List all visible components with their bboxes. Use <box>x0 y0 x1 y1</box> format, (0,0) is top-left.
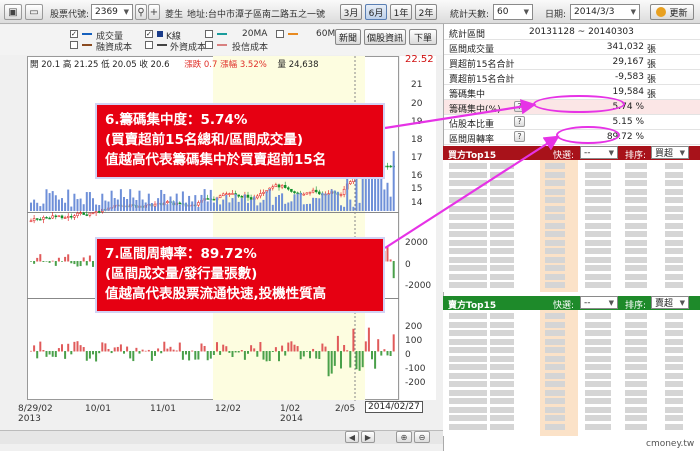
arrow-concentration <box>384 99 537 130</box>
callout-turnover: 7.區間周轉率：89.72% (區間成交量/發行量張數) 值越高代表股票流通快速… <box>95 237 385 313</box>
arrow-turnover <box>384 135 560 249</box>
callout-concentration: 6.籌碼集中度：5.74% (買賣超前15名總和/區間成交量) 值越高代表籌碼集… <box>95 103 385 179</box>
annotation-arrows <box>384 99 560 249</box>
